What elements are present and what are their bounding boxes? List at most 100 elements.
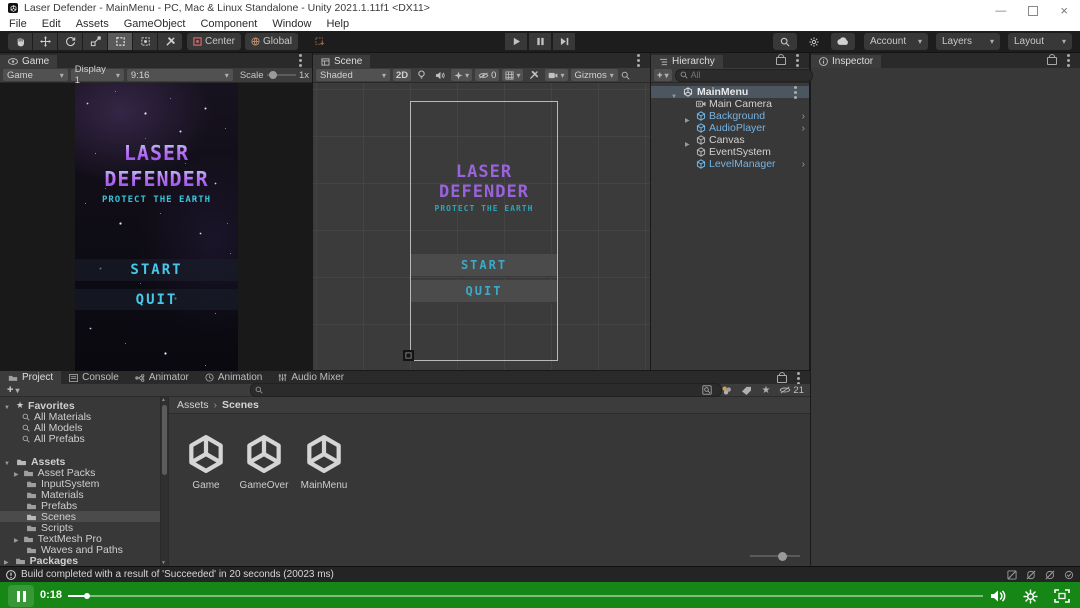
scale-slider[interactable] [267,74,296,76]
search-by-type-icon[interactable] [702,385,712,395]
scene-camera-dropdown[interactable] [545,69,567,81]
scene-menu-icon[interactable] [794,91,797,94]
label-icon[interactable] [741,386,752,395]
pivot-toggle-button[interactable]: Center [187,33,241,50]
scene-start-button[interactable]: START [411,254,557,277]
scene-panel-menu-icon[interactable] [637,59,640,62]
search-button[interactable] [773,33,797,50]
project-tree-scrollbar[interactable]: ▲ ▼ [160,397,168,566]
favorites-star-icon[interactable]: ★ [761,385,770,396]
tab-game[interactable]: Game [0,55,57,68]
project-search-field[interactable] [250,383,722,397]
inspector-lock-icon[interactable] [1047,57,1057,65]
hierarchy-row-background[interactable]: Background › [651,110,809,122]
hierarchy-row-eventsystem[interactable]: EventSystem [651,146,809,158]
hierarchy-lock-icon[interactable] [776,57,786,65]
tab-inspector[interactable]: Inspector [811,55,881,68]
gizmos-dropdown[interactable]: Gizmos [571,69,618,81]
scene-file-gameover[interactable]: GameOver [235,432,293,491]
orientation-toggle-button[interactable]: Global [245,33,298,50]
progress-status-icon[interactable] [1064,570,1074,580]
display-dropdown[interactable]: Display 1 [71,69,124,81]
folder-prefabs[interactable]: Prefabs [0,500,160,511]
cloud-services-button[interactable] [831,33,855,50]
rect-tool-button[interactable] [108,33,132,50]
prefab-chevron-icon[interactable]: › [802,123,805,134]
favorites-all-prefabs[interactable]: All Prefabs [0,433,160,444]
tab-project[interactable]: Project [0,371,61,384]
hidden-packages-counter[interactable]: 21 [779,385,804,396]
folder-waves-and-paths[interactable]: Waves and Paths [0,544,160,555]
scene-quit-button[interactable]: QUIT [411,280,557,303]
icon-size-slider[interactable] [750,551,800,561]
effects-dropdown[interactable] [451,69,472,81]
breadcrumb-root[interactable]: Assets [177,399,209,411]
folder-scripts[interactable]: Scripts [0,522,160,533]
menu-gameobject[interactable]: GameObject [124,18,186,30]
scale-tool-button[interactable] [83,33,107,50]
hierarchy-row-main-camera[interactable]: Main Camera [651,98,809,110]
play-button[interactable] [505,33,527,50]
favorites-all-materials[interactable]: All Materials [0,411,160,422]
project-menu-icon[interactable] [797,377,800,380]
tab-hierarchy[interactable]: Hierarchy [651,55,723,68]
scroll-up-icon[interactable]: ▲ [161,397,166,403]
packages-root[interactable]: Packages [0,555,160,566]
grid-visibility-dropdown[interactable] [502,69,523,81]
scene-viewport[interactable]: LASER DEFENDER PROTECT THE EARTH START Q… [313,83,650,370]
scene-search-icon[interactable] [621,71,630,80]
scale-slider-knob[interactable] [269,71,277,79]
game-quit-button[interactable]: QUIT [75,289,238,310]
folder-asset-packs[interactable]: Asset Packs [0,467,160,478]
prefab-chevron-icon[interactable]: › [802,159,805,170]
menu-file[interactable]: File [9,18,27,30]
folder-scenes[interactable]: Scenes [0,511,160,522]
shading-mode-dropdown[interactable]: Shaded [316,69,390,81]
tab-animator[interactable]: Animator [127,371,197,384]
minimize-button[interactable]: — [995,5,1006,17]
hierarchy-search-input[interactable] [691,70,808,80]
hierarchy-row-audioplayer[interactable]: AudioPlayer › [651,122,809,134]
grid-snapping-icon[interactable] [308,33,332,50]
custom-tools-button[interactable] [158,33,182,50]
progress-activity-icon[interactable] [802,33,826,50]
project-add-button[interactable]: + [4,384,22,396]
inspector-menu-icon[interactable] [1067,59,1070,62]
menu-edit[interactable]: Edit [42,18,61,30]
menu-assets[interactable]: Assets [76,18,109,30]
hierarchy-row-levelmanager[interactable]: LevelManager › [651,158,809,170]
maximize-button[interactable] [1028,6,1038,16]
game-start-button[interactable]: START [75,259,238,281]
scene-tools-icon[interactable] [526,69,542,81]
hand-tool-button[interactable] [8,33,32,50]
folder-inputsystem[interactable]: InputSystem [0,478,160,489]
scene-file-game[interactable]: Game [177,432,235,491]
menu-component[interactable]: Component [200,18,257,30]
folder-materials[interactable]: Materials [0,489,160,500]
breadcrumb-current[interactable]: Scenes [222,399,259,411]
scene-visibility-toggle[interactable]: 0 [475,69,499,81]
aspect-ratio-dropdown[interactable]: 9:16 [127,69,233,81]
hierarchy-row-canvas[interactable]: Canvas [651,134,809,146]
scene-lighting-icon[interactable] [414,69,429,81]
step-button[interactable] [553,33,575,50]
hierarchy-row-scene[interactable]: MainMenu [651,86,809,98]
hierarchy-menu-icon[interactable] [796,59,799,62]
package-visibility-icon[interactable] [721,385,732,395]
close-button[interactable]: × [1060,3,1068,18]
tab-scene[interactable]: Scene [313,55,370,68]
favorites-all-models[interactable]: All Models [0,422,160,433]
favorites-root[interactable]: ★ Favorites [0,400,160,411]
scene-audio-icon[interactable] [432,69,448,81]
video-pause-button[interactable] [8,585,34,607]
code-coverage-icon[interactable] [1007,570,1017,580]
rotate-tool-button[interactable] [58,33,82,50]
video-progress-knob[interactable] [84,593,90,599]
auto-refresh-icon[interactable] [1045,570,1055,580]
layers-dropdown[interactable]: Layers [936,33,1000,50]
menu-help[interactable]: Help [326,18,349,30]
icon-size-slider-knob[interactable] [778,552,787,561]
project-search-input[interactable] [266,385,717,395]
video-progress-bar[interactable] [68,595,983,597]
fullscreen-icon[interactable] [1054,589,1070,603]
